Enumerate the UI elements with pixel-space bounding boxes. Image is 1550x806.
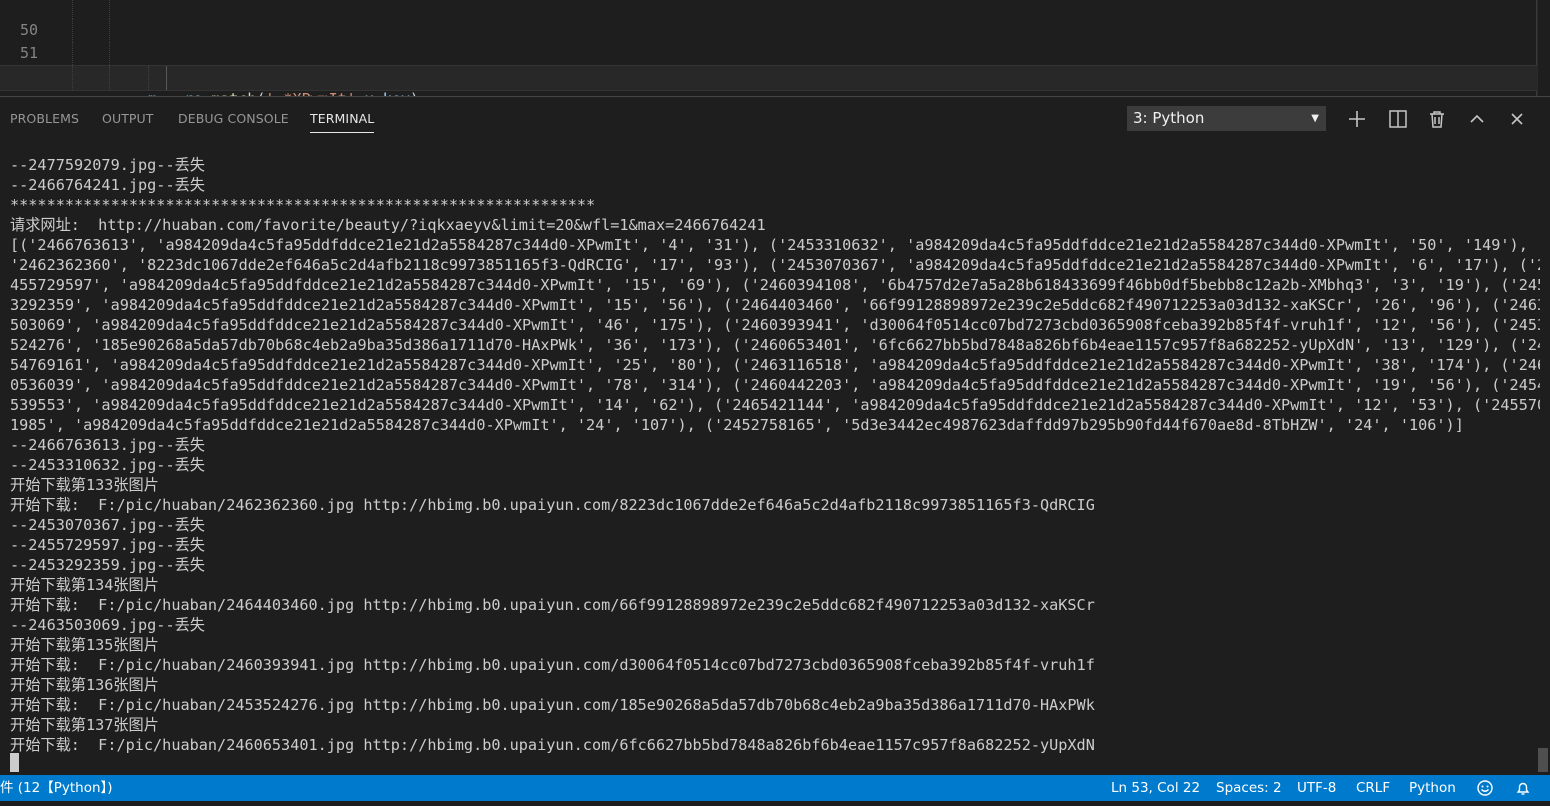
- code-line-51[interactable]: 51 m = re.match('.*XPwmIt',x_key): [0, 19, 1538, 96]
- terminal-line: 开始下载第133张图片: [10, 476, 159, 494]
- tab-terminal[interactable]: TERMINAL: [310, 111, 375, 133]
- terminal-cursor: [10, 753, 19, 772]
- code-line-52[interactable]: 52 if m is not None:: [0, 42, 1538, 85]
- tab-output[interactable]: OUTPUT: [102, 111, 154, 126]
- panel-tab-bar: PROBLEMS OUTPUT DEBUG CONSOLE TERMINAL 3…: [0, 97, 1550, 141]
- terminal-line: --2466764241.jpg--丢失: [10, 176, 205, 194]
- terminal-line: 开始下载第136张图片: [10, 676, 159, 694]
- terminal-line: 3292359', 'a984209da4c5fa95ddfddce21e21d…: [10, 296, 1540, 314]
- terminal-line: 524276', '185e90268a5da57db70b68c4eb2a9b…: [10, 336, 1540, 354]
- terminal-line: [('2466763613', 'a984209da4c5fa95ddfddce…: [10, 236, 1540, 254]
- status-indentation[interactable]: Spaces: 2: [1216, 775, 1282, 801]
- terminal-line: 开始下载: F:/pic/huaban/2462362360.jpg http:…: [10, 496, 1095, 514]
- terminal-line: 0536039', 'a984209da4c5fa95ddfddce21e21d…: [10, 376, 1540, 394]
- terminal-line: 539553', 'a984209da4c5fa95ddfddce21e21d2…: [10, 396, 1540, 414]
- terminal-select[interactable]: 3: Python ▼: [1127, 106, 1326, 131]
- status-cursor-position[interactable]: Ln 53, Col 22: [1111, 775, 1200, 801]
- chevron-up-icon[interactable]: [1465, 107, 1489, 131]
- terminal-line: 开始下载第134张图片: [10, 576, 159, 594]
- terminal-line: 455729597', 'a984209da4c5fa95ddfddce21e2…: [10, 276, 1540, 294]
- tab-problems[interactable]: PROBLEMS: [10, 111, 79, 126]
- trash-icon[interactable]: [1425, 107, 1449, 131]
- bottom-panel: PROBLEMS OUTPUT DEBUG CONSOLE TERMINAL 3…: [0, 96, 1550, 776]
- status-problems-text[interactable]: 件 (12【Python】): [0, 775, 113, 801]
- code-line-53[interactable]: 53 print("--"+str(max_pin_id)+".jpg" + "…: [0, 65, 1538, 91]
- terminal-line: 开始下载: F:/pic/huaban/2460653401.jpg http:…: [10, 736, 1095, 754]
- smiley-icon[interactable]: [1476, 775, 1494, 806]
- bell-icon[interactable]: [1514, 775, 1532, 806]
- terminal-line: 开始下载: F:/pic/huaban/2453524276.jpg http:…: [10, 696, 1095, 714]
- tab-debug-console[interactable]: DEBUG CONSOLE: [178, 111, 289, 126]
- status-eol[interactable]: CRLF: [1356, 775, 1390, 801]
- split-icon[interactable]: [1386, 107, 1410, 131]
- terminal-line: --2466763613.jpg--丢失: [10, 436, 205, 454]
- terminal-output[interactable]: --2477592079.jpg--丢失 --2466764241.jpg--丢失…: [10, 155, 1540, 775]
- editor-scrollbar[interactable]: [1537, 0, 1550, 96]
- terminal-line: '2462362360', '8223dc1067dde2ef646a5c2d4…: [10, 256, 1540, 274]
- add-icon[interactable]: [1345, 107, 1369, 131]
- terminal-line: 开始下载: F:/pic/huaban/2460393941.jpg http:…: [10, 656, 1095, 674]
- terminal-line: 开始下载第135张图片: [10, 636, 159, 654]
- code-editor[interactable]: 50 x_repin_count = int(item[3]) 51 m = r…: [0, 0, 1550, 96]
- terminal-line: 54769161', 'a984209da4c5fa95ddfddce21e21…: [10, 356, 1540, 374]
- terminal-line: 503069', 'a984209da4c5fa95ddfddce21e21d2…: [10, 316, 1540, 334]
- terminal-line: 开始下载第137张图片: [10, 716, 159, 734]
- status-encoding[interactable]: UTF-8: [1297, 775, 1336, 801]
- terminal-line: 请求网址: http://huaban.com/favorite/beauty/…: [10, 216, 766, 234]
- terminal-line: --2477592079.jpg--丢失: [10, 156, 205, 174]
- terminal-line: --2455729597.jpg--丢失: [10, 536, 205, 554]
- terminal-line: --2463503069.jpg--丢失: [10, 616, 205, 634]
- dropdown-arrow-icon: ▼: [1311, 113, 1319, 124]
- terminal-scrollbar[interactable]: [1536, 143, 1550, 776]
- status-bar: 件 (12【Python】) Ln 53, Col 22 Spaces: 2 U…: [0, 775, 1550, 801]
- terminal-line: --2453070367.jpg--丢失: [10, 516, 205, 534]
- terminal-line: 开始下载: F:/pic/huaban/2464403460.jpg http:…: [10, 596, 1095, 614]
- terminal-line: 1985', 'a984209da4c5fa95ddfddce21e21d2a5…: [10, 416, 1464, 434]
- scrollbar-thumb[interactable]: [1538, 748, 1548, 772]
- status-language[interactable]: Python: [1409, 775, 1456, 801]
- terminal-line: --2453310632.jpg--丢失: [10, 456, 205, 474]
- terminal-line: --2453292359.jpg--丢失: [10, 556, 205, 574]
- terminal-select-value: 3: Python: [1133, 109, 1205, 127]
- close-icon[interactable]: [1505, 107, 1529, 131]
- terminal-line: ****************************************…: [10, 196, 596, 214]
- code-line-50[interactable]: 50 x_repin_count = int(item[3]): [0, 0, 1538, 85]
